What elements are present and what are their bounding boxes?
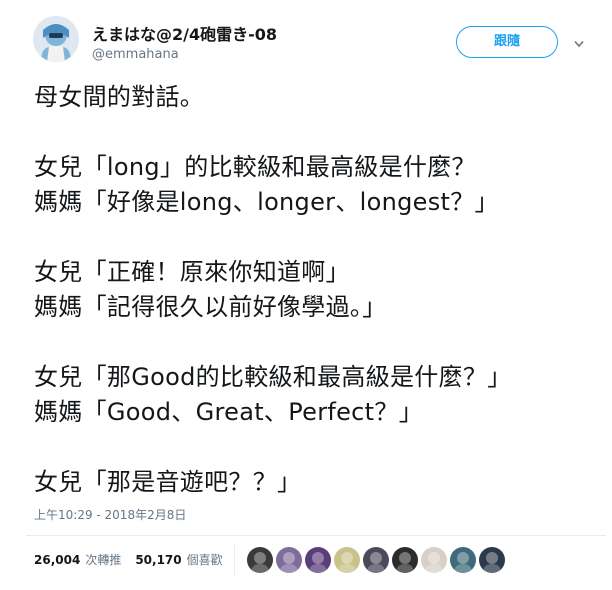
- liker-avatar-icon[interactable]: [305, 547, 331, 573]
- retweets-count[interactable]: 26,004: [34, 553, 80, 567]
- liker-avatar-icon[interactable]: [421, 547, 447, 573]
- tweet-text-line: 媽媽「記得很久以前好像學過。」: [34, 293, 387, 321]
- liker-avatar-icon[interactable]: [363, 547, 389, 573]
- tweet-text-line: 女兒「long」的比較級和最高級是什麼？: [34, 153, 476, 181]
- retweets-label[interactable]: 次轉推: [85, 551, 121, 568]
- tweet-card: えまはな@2/4砲雷き-08 @emmahana 跟隨 母女間的對話。女兒「lo…: [0, 0, 612, 590]
- liker-avatars: [247, 547, 508, 573]
- tweet-text-line: 媽媽「Good、Great、Perfect？」: [34, 398, 423, 426]
- liker-avatar-icon[interactable]: [450, 547, 476, 573]
- follow-button[interactable]: 跟隨: [456, 26, 558, 58]
- liker-avatar-icon[interactable]: [276, 547, 302, 573]
- user-avatar-icon[interactable]: [33, 16, 79, 62]
- tweet-text: 母女間的對話。女兒「long」的比較級和最高級是什麼？ 媽媽「好像是long、lo…: [34, 80, 604, 500]
- chevron-down-icon[interactable]: [574, 40, 584, 48]
- likes-label[interactable]: 個喜歡: [187, 551, 223, 568]
- tweet-text-line: 女兒「正確！原來你知道啊」: [34, 258, 350, 286]
- tweet-stats: 26,004 次轉推 50,170 個喜歡: [34, 551, 237, 568]
- liker-avatar-icon[interactable]: [392, 547, 418, 573]
- divider: [26, 535, 606, 536]
- likes-count[interactable]: 50,170: [135, 553, 181, 567]
- tweet-text-line: 母女間的對話。: [34, 83, 205, 111]
- tweet-text-line: 媽媽「好像是long、longer、longest？」: [34, 188, 499, 216]
- tweet-timestamp[interactable]: 上午10:29 - 2018年2月8日: [34, 506, 186, 523]
- tweet-text-line: 女兒「那是音遊吧？？」: [34, 468, 302, 496]
- liker-avatar-icon[interactable]: [334, 547, 360, 573]
- display-name[interactable]: えまはな@2/4砲雷き-08: [92, 21, 277, 45]
- tweet-text-line: 女兒「那Good的比較級和最高級是什麼？」: [34, 363, 512, 391]
- stats-separator: [234, 545, 235, 575]
- user-handle[interactable]: @emmahana: [92, 47, 179, 62]
- liker-avatar-icon[interactable]: [247, 547, 273, 573]
- liker-avatar-icon[interactable]: [479, 547, 505, 573]
